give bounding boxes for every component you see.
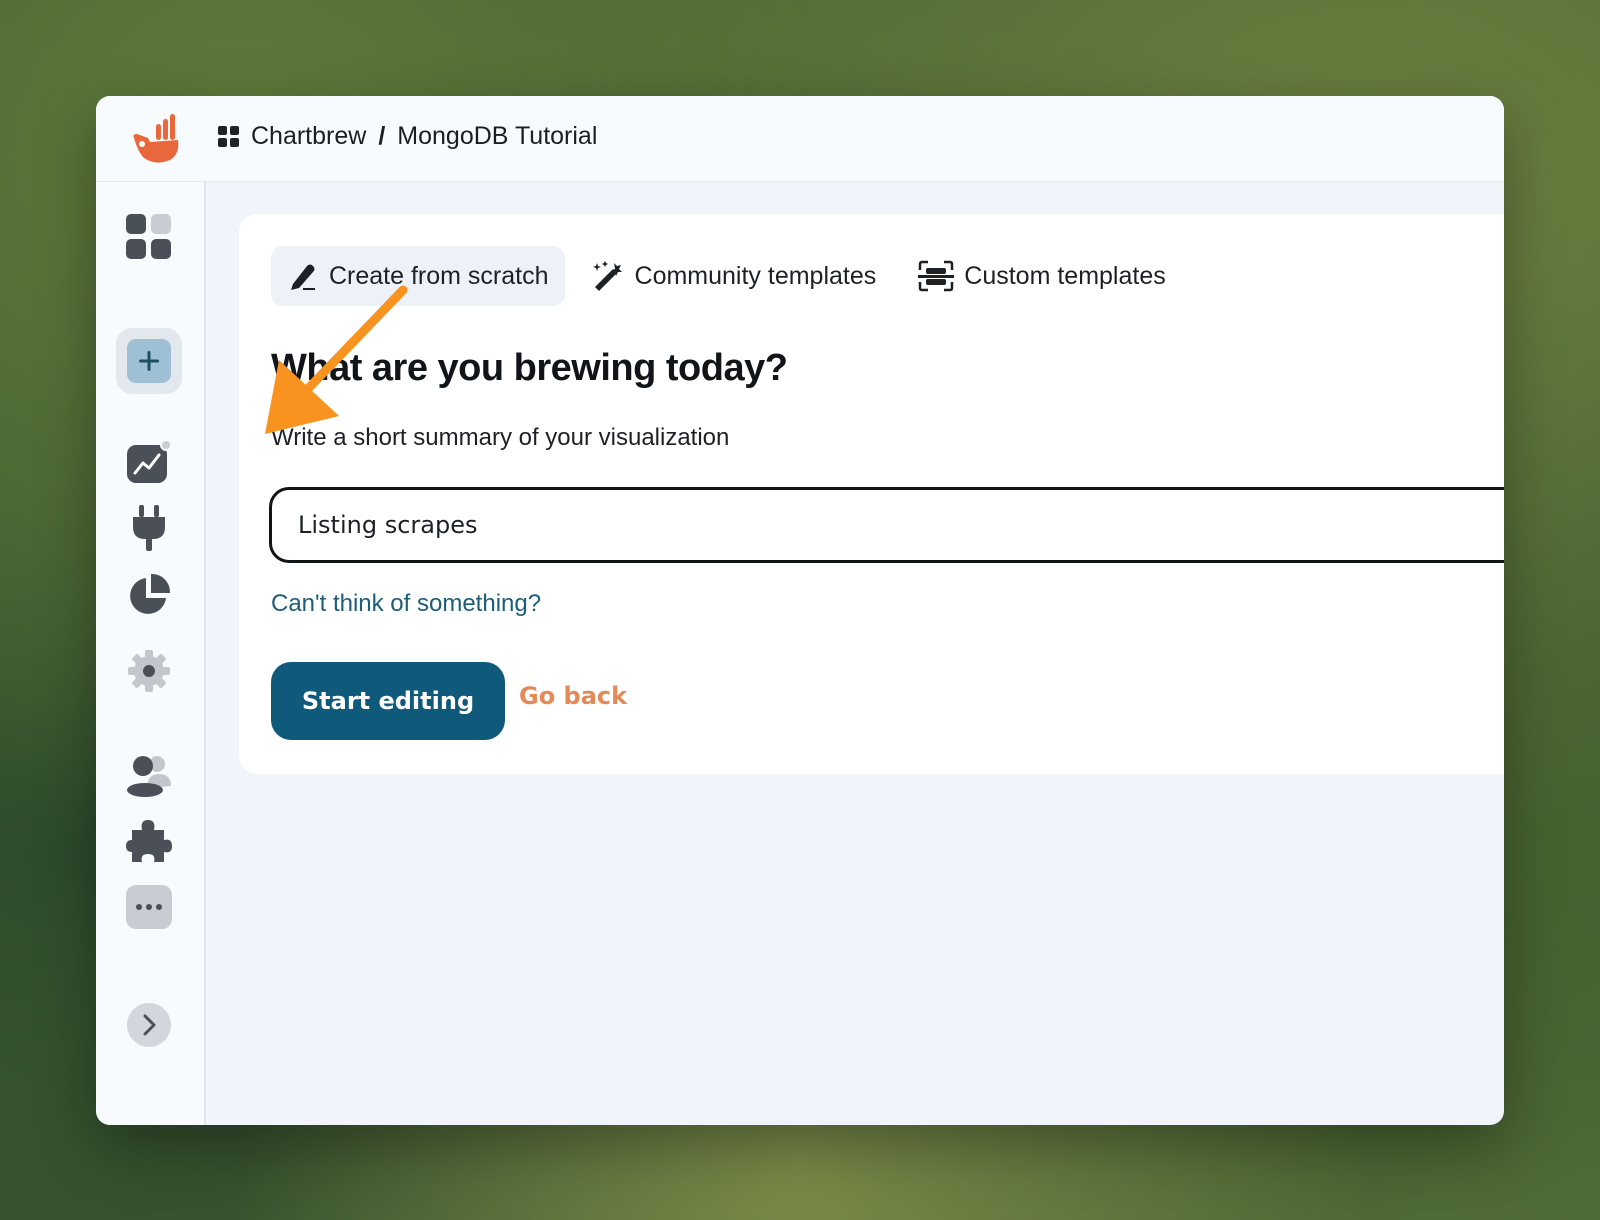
more-icon (126, 885, 172, 929)
go-back-button[interactable]: Go back (519, 682, 627, 710)
sidebar (96, 182, 206, 1125)
magic-wand-icon (592, 261, 622, 291)
start-editing-button[interactable]: Start editing (271, 662, 505, 740)
breadcrumb-separator: / (378, 122, 386, 150)
creation-tabs: Create from scratch Community templates (271, 246, 1192, 306)
tab-label: Community templates (634, 261, 877, 290)
suggestion-link[interactable]: Can't think of something? (271, 590, 541, 618)
template-icon (918, 260, 955, 292)
sidebar-item-team[interactable] (124, 750, 174, 800)
tab-label: Create from scratch (329, 261, 549, 290)
breadcrumb: Chartbrew / MongoDB Tutorial (218, 122, 597, 151)
sidebar-item-dashboard[interactable] (124, 212, 174, 262)
breadcrumb-project[interactable]: MongoDB Tutorial (397, 122, 597, 151)
sidebar-item-more[interactable] (124, 882, 174, 932)
create-chart-card: Create from scratch Community templates (239, 214, 1504, 774)
sidebar-item-settings[interactable] (124, 646, 174, 696)
breadcrumb-workspace[interactable]: Chartbrew (251, 122, 366, 151)
app-window: Chartbrew / MongoDB Tutorial Create from… (96, 96, 1504, 1125)
project-grid-icon (218, 126, 239, 147)
chartbrew-logo-icon[interactable] (130, 114, 184, 166)
input-description: Write a short summary of your visualizat… (271, 424, 730, 451)
tab-label: Custom templates (964, 261, 1166, 290)
sidebar-item-integrations[interactable] (124, 816, 174, 866)
puzzle-icon (126, 820, 172, 862)
plus-icon (127, 339, 171, 383)
users-icon (127, 756, 171, 797)
pie-chart-icon (130, 573, 171, 614)
gear-icon (128, 650, 170, 692)
sidebar-expand-button[interactable] (124, 1000, 174, 1050)
tab-community-templates[interactable]: Community templates (575, 246, 893, 306)
sidebar-item-charts[interactable] (124, 438, 174, 488)
tab-custom-templates[interactable]: Custom templates (902, 246, 1181, 306)
sidebar-item-reports[interactable] (124, 570, 174, 620)
plug-icon (133, 505, 165, 551)
page-title: What are you brewing today? (271, 347, 788, 389)
chart-icon (127, 439, 172, 483)
sidebar-item-create[interactable] (116, 328, 182, 394)
chevron-right-icon (127, 1003, 171, 1047)
top-bar: Chartbrew / MongoDB Tutorial (96, 96, 1504, 182)
chart-summary-field (269, 487, 1504, 563)
chart-summary-input[interactable] (298, 490, 1498, 560)
dashboard-grid-icon (126, 214, 171, 259)
tab-create-from-scratch[interactable]: Create from scratch (271, 246, 565, 306)
sidebar-item-connections[interactable] (124, 504, 174, 554)
pencil-icon (291, 264, 315, 290)
